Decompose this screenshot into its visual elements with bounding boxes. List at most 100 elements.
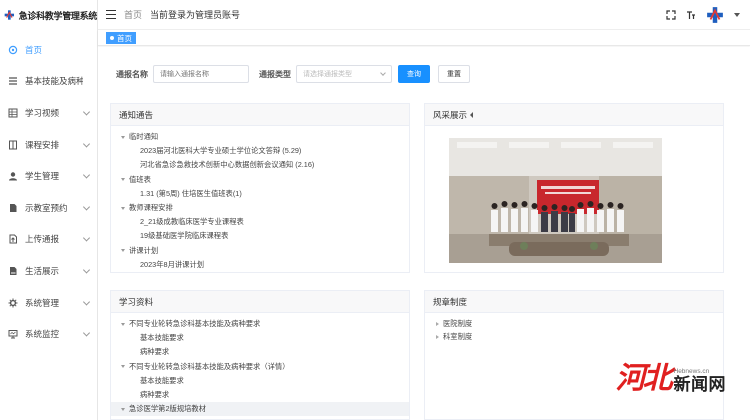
- tree-label: 2023年8月讲课计划: [140, 259, 205, 269]
- tree-leaf[interactable]: 基本技能要求: [111, 374, 409, 388]
- tree-group[interactable]: 急诊医学第2版规培教材: [111, 402, 409, 417]
- materials-title: 学习资料: [111, 291, 409, 313]
- rules-item[interactable]: 科室制度: [425, 331, 723, 345]
- monitor-icon: [8, 330, 18, 339]
- tree-leaf[interactable]: 19级基础医学院临床课程表: [111, 229, 409, 243]
- tree-leaf[interactable]: 病种要求: [111, 388, 409, 402]
- tree-leaf[interactable]: 河北省急诊急救技术创新中心数据创新会议通知 (2.16): [111, 158, 409, 172]
- watermark-logo: 河北: [615, 361, 673, 396]
- caret-left-icon[interactable]: [470, 111, 474, 118]
- book-icon: [9, 140, 17, 150]
- brand[interactable]: 急诊科教学管理系统: [0, 0, 97, 30]
- sidebar-item-1[interactable]: 基本技能及病种...: [0, 66, 97, 98]
- tree-label: 河北省急诊急救技术创新中心数据创新会议通知 (2.16): [140, 160, 315, 170]
- tree-label: 19级基础医学院临床课程表: [140, 231, 229, 241]
- chevron-down-icon[interactable]: [82, 108, 91, 116]
- tree-label: 2_21级成教临床医学专业课程表: [140, 217, 244, 227]
- caret-right-icon[interactable]: [436, 335, 439, 340]
- top-navbar: 首页 当前登录为管理员账号: [98, 0, 750, 30]
- tree-group[interactable]: 值班表: [111, 173, 409, 187]
- chevron-down-icon[interactable]: [82, 329, 91, 337]
- caret-right-icon[interactable]: [436, 321, 439, 326]
- sidebar-item-7[interactable]: 生活展示: [0, 255, 97, 287]
- notice-type-placeholder: 请选择通报类型: [303, 71, 352, 78]
- chevron-down-icon[interactable]: [82, 203, 91, 211]
- chevron-down-icon[interactable]: [82, 234, 91, 242]
- font-size-icon[interactable]: [686, 10, 696, 20]
- sidebar-item-label: 系统监控: [25, 329, 60, 340]
- chevron-down-icon[interactable]: [82, 140, 91, 148]
- gear-icon: [8, 298, 18, 308]
- tree-group[interactable]: 临时通知: [111, 130, 409, 144]
- tree-label: 教师课程安排: [129, 203, 173, 213]
- sidebar-item-3[interactable]: 课程安排: [0, 129, 97, 161]
- tree-leaf[interactable]: 1.31 (第5周) 住培医生值班表(1): [111, 187, 409, 201]
- tree-leaf[interactable]: 2023届河北医科大学专业硕士学位论文答辩 (5.29): [111, 144, 409, 158]
- tree-label: 临时通知: [129, 132, 159, 142]
- name-label: 通报名称: [116, 69, 148, 79]
- tree-group[interactable]: 不同专业轮转急诊科基本技能及病种要求: [111, 317, 409, 331]
- sidebar-item-2[interactable]: 学习视频: [0, 97, 97, 129]
- chevron-down-icon[interactable]: [82, 298, 91, 306]
- tree-leaf[interactable]: 2_21级成教临床医学专业课程表: [111, 215, 409, 229]
- watermark-name: 新闻网: [673, 375, 726, 394]
- sidebar-item-6[interactable]: 上传通报: [0, 224, 97, 256]
- chevron-down-icon[interactable]: [82, 266, 91, 274]
- caret-down-icon[interactable]: [121, 206, 125, 210]
- query-button[interactable]: 查询: [398, 65, 430, 83]
- sidebar-item-4[interactable]: 学生管理: [0, 160, 97, 192]
- caret-down-icon[interactable]: [121, 178, 125, 182]
- sidebar-item-label: 示教室预约: [25, 202, 68, 213]
- tags-bar: 首页: [98, 30, 750, 46]
- hamburger-menu-icon[interactable]: [106, 10, 116, 19]
- caret-down-icon[interactable]: [121, 322, 125, 326]
- breadcrumb: 首页 当前登录为管理员账号: [124, 8, 240, 21]
- rules-title: 规章制度: [425, 291, 723, 313]
- sidebar-item-8[interactable]: 系统管理: [0, 287, 97, 319]
- rules-item[interactable]: 医院制度: [425, 317, 723, 331]
- document-icon: [10, 203, 17, 212]
- caret-down-icon[interactable]: [121, 365, 125, 369]
- reset-button[interactable]: 重置: [438, 65, 470, 83]
- tree-leaf[interactable]: 2023年8月讲课计划: [111, 258, 409, 272]
- caret-down-icon[interactable]: [121, 249, 125, 253]
- avatar[interactable]: [706, 6, 724, 24]
- tree-group[interactable]: 不同专业轮转急诊科基本技能及病种要求（详情）: [111, 360, 409, 374]
- tree-label: 讲课计划: [129, 245, 159, 255]
- fullscreen-icon[interactable]: [666, 10, 676, 20]
- sidebar-item-9[interactable]: 系统监控: [0, 318, 97, 350]
- sidebar-item-label: 生活展示: [25, 265, 60, 276]
- caret-down-icon[interactable]: [121, 135, 125, 139]
- medical-cross-logo-icon: [4, 10, 15, 20]
- sidebar-item-label: 基本技能及病种...: [25, 76, 83, 87]
- sidebar-item-5[interactable]: 示教室预约: [0, 192, 97, 224]
- tree-label: 值班表: [129, 174, 151, 184]
- user-icon: [9, 172, 17, 181]
- video-grid-icon: [8, 108, 18, 118]
- chevron-down-icon[interactable]: [82, 171, 91, 179]
- rules-panel: 规章制度 医院制度 科室制度: [424, 290, 724, 420]
- tree-leaf[interactable]: 病种要求: [111, 345, 409, 359]
- breadcrumb-home[interactable]: 首页: [124, 8, 142, 21]
- tree-group[interactable]: 教师课程安排: [111, 201, 409, 215]
- rules-list: 医院制度 科室制度: [425, 313, 723, 344]
- chevron-down-icon[interactable]: [734, 13, 740, 17]
- gallery-title: 风采展示: [433, 109, 468, 120]
- tree-group[interactable]: 讲课计划: [111, 244, 409, 258]
- sidebar-item-0[interactable]: 首页: [0, 34, 97, 66]
- type-label: 通报类型: [259, 69, 291, 79]
- reset-button-label: 重置: [447, 71, 461, 78]
- home-icon: [8, 45, 18, 54]
- query-button-label: 查询: [407, 71, 421, 78]
- group-photo-image: [449, 138, 662, 263]
- sidebar-item-label: 首页: [25, 44, 43, 55]
- notices-panel: 通知通告 临时通知 2023届河北医科大学专业硕士学位论文答辩 (5.29) 河北省…: [110, 103, 410, 273]
- caret-down-icon[interactable]: [121, 407, 125, 411]
- gallery-photo[interactable]: [449, 138, 662, 263]
- tag-home[interactable]: 首页: [106, 32, 136, 44]
- notice-type-select[interactable]: 请选择通报类型: [296, 65, 392, 83]
- sidebar-item-label: 课程安排: [25, 139, 60, 150]
- tree-leaf[interactable]: 基本技能要求: [111, 331, 409, 345]
- notice-name-input[interactable]: [153, 65, 249, 83]
- materials-tree: 不同专业轮转急诊科基本技能及病种要求 基本技能要求 病种要求 不同专业轮转急诊科基本技…: [111, 313, 409, 417]
